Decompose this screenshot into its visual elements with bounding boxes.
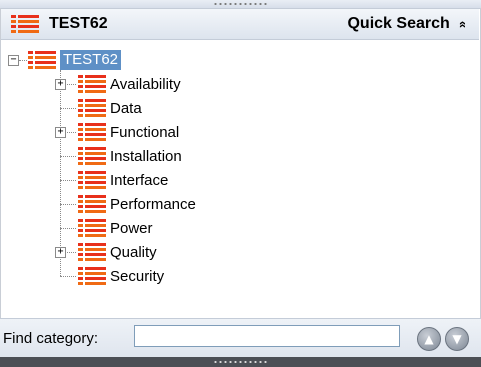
find-category-label: Find category: [3, 330, 99, 347]
tree-connector [60, 204, 76, 205]
tree-connector [60, 180, 76, 181]
tree-root-node[interactable]: TEST62 [60, 48, 122, 72]
tree-root-label: TEST62 [60, 50, 122, 70]
tree-item[interactable]: Interface [110, 168, 168, 192]
tree-connector [60, 108, 76, 109]
quick-search-toggle[interactable]: Quick Search » [347, 15, 469, 33]
list-icon [78, 219, 106, 237]
list-icon [11, 15, 39, 33]
tree-expand-toggle[interactable]: + [55, 247, 66, 258]
list-icon [78, 147, 106, 165]
tree-item[interactable]: Installation [110, 144, 182, 168]
collapse-chevron-icon[interactable]: » [454, 20, 469, 27]
down-arrow-icon: ▼ [452, 332, 462, 346]
tree-item-label: Security [110, 267, 165, 285]
tree-item[interactable]: Functional [110, 120, 179, 144]
list-icon [78, 123, 106, 141]
tree-item[interactable]: Security [110, 264, 164, 288]
list-icon [78, 99, 106, 117]
list-icon [78, 195, 106, 213]
tree-item[interactable]: Power [110, 216, 153, 240]
tree-item-label: Functional [110, 123, 180, 141]
tree-connector [60, 276, 76, 277]
tree-item-label: Data [110, 99, 142, 117]
panel-title: TEST62 [49, 15, 108, 32]
find-previous-button[interactable]: ▲ [417, 327, 441, 351]
grip-dots [212, 360, 269, 364]
tree-connector [60, 156, 76, 157]
tree-connector [60, 228, 76, 229]
tree-item[interactable]: Data [110, 96, 142, 120]
find-next-button[interactable]: ▼ [445, 327, 469, 351]
tree-item-label: Quality [110, 243, 157, 261]
grip-dots [212, 2, 269, 6]
tree-item-label: Power [110, 219, 153, 237]
list-icon [78, 267, 106, 285]
tree-expand-toggle[interactable]: + [55, 127, 66, 138]
tree-item-label: Availability [110, 75, 181, 93]
tree-item[interactable]: Availability [110, 72, 181, 96]
find-category-input[interactable] [134, 325, 400, 347]
find-bar: Find category: ▲ ▼ [0, 318, 481, 358]
panel-header: TEST62 Quick Search » [1, 9, 479, 40]
tree-item[interactable]: Quality [110, 240, 157, 264]
quick-search-label: Quick Search [347, 15, 450, 32]
list-icon [78, 75, 106, 93]
list-icon [28, 51, 56, 69]
category-tree: − TEST62 + Availability Data + Functional Insta… [0, 40, 479, 318]
bottom-resize-grip[interactable] [0, 357, 481, 367]
tree-item-label: Interface [110, 171, 169, 189]
tree-connector [19, 60, 27, 61]
tree-item-label: Performance [110, 195, 196, 213]
tree-item-label: Installation [110, 147, 182, 165]
list-icon [78, 171, 106, 189]
up-arrow-icon: ▲ [424, 332, 434, 346]
tree-expand-toggle[interactable]: + [55, 79, 66, 90]
list-icon [78, 243, 106, 261]
tree-item[interactable]: Performance [110, 192, 196, 216]
root-collapse-toggle[interactable]: − [8, 55, 19, 66]
